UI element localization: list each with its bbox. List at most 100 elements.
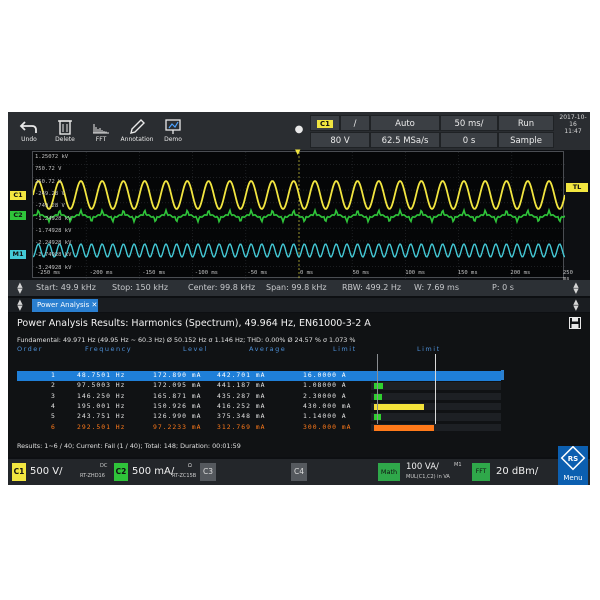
center-frequency[interactable]: Center: 99.8 kHz (188, 280, 255, 296)
trigger-level[interactable]: 80 V (310, 132, 370, 148)
rohde-schwarz-logo-icon: RS (560, 445, 586, 471)
delete-button[interactable]: Delete (48, 114, 82, 148)
trigger-mode[interactable]: Auto (370, 115, 440, 131)
harmonic-limit: 1.08000 A (303, 381, 347, 390)
math-label: M1 (454, 462, 462, 468)
harmonic-limit: 430.000 mA (303, 401, 352, 410)
scrollbar-thumb[interactable] (501, 370, 504, 380)
table-row[interactable]: 6 292.501 Hz 97.2233 mA 312.769 mA 300.000 m… (17, 423, 501, 433)
undo-icon (19, 121, 37, 133)
sample-rate[interactable]: 62.5 MSa/s (370, 132, 440, 148)
math-scale[interactable]: 100 VA/ (406, 461, 439, 473)
x-tick-label: -100 ms (194, 270, 218, 276)
c2-marker[interactable]: C2 (10, 211, 26, 220)
x-tick-label: 150 ms (457, 270, 478, 276)
table-row[interactable]: 5 243.751 Hz 126.990 mA 375.348 mA 1.14000 A (17, 412, 501, 422)
trigger-source[interactable]: C1 (310, 115, 340, 131)
tab-power-analysis[interactable]: Power Analysis ✕ (32, 299, 98, 312)
span-frequency[interactable]: Span: 99.8 kHz (266, 280, 327, 296)
harmonic-level: 172.095 mA (153, 381, 202, 390)
harmonic-order: 6 (51, 422, 56, 431)
y-tick-label: -2.74928 kV (35, 252, 72, 259)
x-tick-label: 50 ms (352, 270, 370, 276)
harmonic-level: 172.890 mA (153, 371, 202, 379)
settings-dot-icon[interactable]: ● (292, 124, 306, 138)
acquisition-mode[interactable]: Sample (498, 132, 554, 148)
table-row[interactable]: 3 146.250 Hz 165.871 mA 435.287 mA 2.30000 A (17, 392, 501, 402)
demo-button[interactable]: Demo (156, 114, 190, 148)
y-tick-label: -2.24928 kV (35, 240, 72, 247)
window-length[interactable]: W: 7.69 ms (414, 280, 459, 296)
trigger-position-icon[interactable]: ▼ (295, 148, 300, 156)
x-tick-label: 0 ms (300, 270, 314, 276)
x-tick-label: -250 ms (37, 270, 61, 276)
trigger-level-marker[interactable]: TL (566, 183, 588, 192)
m1-marker[interactable]: M1 (10, 250, 26, 259)
c3-tag[interactable]: C3 (200, 463, 216, 481)
c4-tag[interactable]: C4 (291, 463, 307, 481)
harmonic-order: 4 (51, 401, 56, 410)
results-header: Order Frequency Level Average Limit Limi… (17, 345, 497, 354)
timebase[interactable]: 50 ms/ (440, 115, 498, 131)
table-row[interactable]: 1 48.7501 Hz 172.890 mA 442.701 mA 16.0000 A (17, 371, 501, 381)
limit-bar (374, 403, 425, 410)
harmonic-frequency: 195.001 Hz (77, 401, 126, 410)
rbw[interactable]: RBW: 499.2 Hz (342, 280, 401, 296)
scroll-arrows-right-icon[interactable]: ▲ ▼ (570, 282, 582, 295)
harmonic-order: 2 (51, 381, 56, 390)
table-row[interactable]: 2 97.5003 Hz 172.095 mA 441.187 mA 1.08000 A (17, 381, 501, 391)
col-level: Level (183, 345, 208, 353)
y-tick-label: -249.28 V (35, 190, 65, 197)
math-tag[interactable]: Math (378, 463, 400, 481)
c1-probe: RT-ZHD16 (80, 473, 105, 479)
harmonic-frequency: 146.250 Hz (77, 391, 126, 400)
col-frequency: Frequency (85, 345, 133, 353)
scroll-arrows-icon[interactable]: ▲ ▼ (14, 282, 26, 295)
harmonic-limit: 1.14000 A (303, 412, 347, 421)
c2-scale[interactable]: 500 mA/ (132, 463, 174, 481)
limit-bar (374, 393, 383, 400)
y-tick-label: -1.74928 kV (35, 227, 72, 234)
harmonic-level: 126.990 mA (153, 412, 202, 421)
fft-tag[interactable]: FFT (472, 463, 490, 481)
harmonic-frequency: 243.751 Hz (77, 412, 126, 421)
harmonic-frequency: 292.501 Hz (77, 422, 126, 431)
col-order: Order (17, 345, 43, 353)
col-limit-bar: Limit (417, 345, 441, 353)
oscilloscope-screen: Undo Delete FFT Annotation Demo ● C1 / 8… (8, 112, 590, 485)
limit-bar-track (371, 372, 501, 380)
col-average: Average (249, 345, 287, 353)
time-position[interactable]: P: 0 s (492, 280, 514, 296)
y-tick-label: 750.72 V (35, 166, 62, 173)
harmonic-level: 97.2233 mA (153, 422, 202, 431)
harmonic-level: 150.926 mA (153, 401, 202, 410)
annotation-button[interactable]: Annotation (120, 114, 154, 148)
harmonic-limit: 300.000 mA (303, 422, 352, 431)
fundamental-line: Fundamental: 49.971 Hz (49.95 Hz ~ 60.3 … (17, 336, 356, 344)
results-summary: Results: 1~6 / 40; Current: Fail (1 / 40… (17, 442, 241, 450)
limit-bar (374, 383, 383, 390)
fft-button[interactable]: FFT (84, 114, 118, 148)
start-frequency[interactable]: Start: 49.9 kHz (36, 280, 96, 296)
save-icon[interactable] (569, 317, 581, 329)
c1-marker[interactable]: C1 (10, 191, 26, 200)
limit-threshold-line (435, 354, 436, 424)
tab-scroll-icon[interactable]: ▲ ▼ (14, 299, 26, 312)
trash-icon (58, 120, 72, 135)
time-offset[interactable]: 0 s (440, 132, 498, 148)
fft-scale[interactable]: 20 dBm/ (496, 463, 538, 481)
run-button[interactable]: Run (498, 115, 554, 131)
frequency-span-bar: ▲ ▼ Start: 49.9 kHz Stop: 150 kHz Center:… (8, 280, 590, 296)
c1-tag[interactable]: C1 (12, 463, 26, 481)
undo-button[interactable]: Undo (12, 114, 46, 148)
tab-scroll-right-icon[interactable]: ▲ ▼ (570, 299, 582, 312)
menu-button[interactable]: RS Menu (558, 445, 588, 485)
harmonic-limit: 2.30000 A (303, 391, 347, 400)
table-row[interactable]: 4 195.001 Hz 150.926 mA 416.252 mA 430.000 m… (17, 402, 501, 412)
c2-probe: RT-ZC15B (172, 473, 197, 479)
trigger-edge[interactable]: / (340, 115, 370, 131)
stop-frequency[interactable]: Stop: 150 kHz (112, 280, 168, 296)
c2-tag[interactable]: C2 (114, 463, 128, 481)
waveform-graticule[interactable]: 1.25072 kV 750.72 V 250.72 V -249.28 V -749.… (32, 151, 573, 282)
c1-scale[interactable]: 500 V/ (30, 463, 62, 481)
